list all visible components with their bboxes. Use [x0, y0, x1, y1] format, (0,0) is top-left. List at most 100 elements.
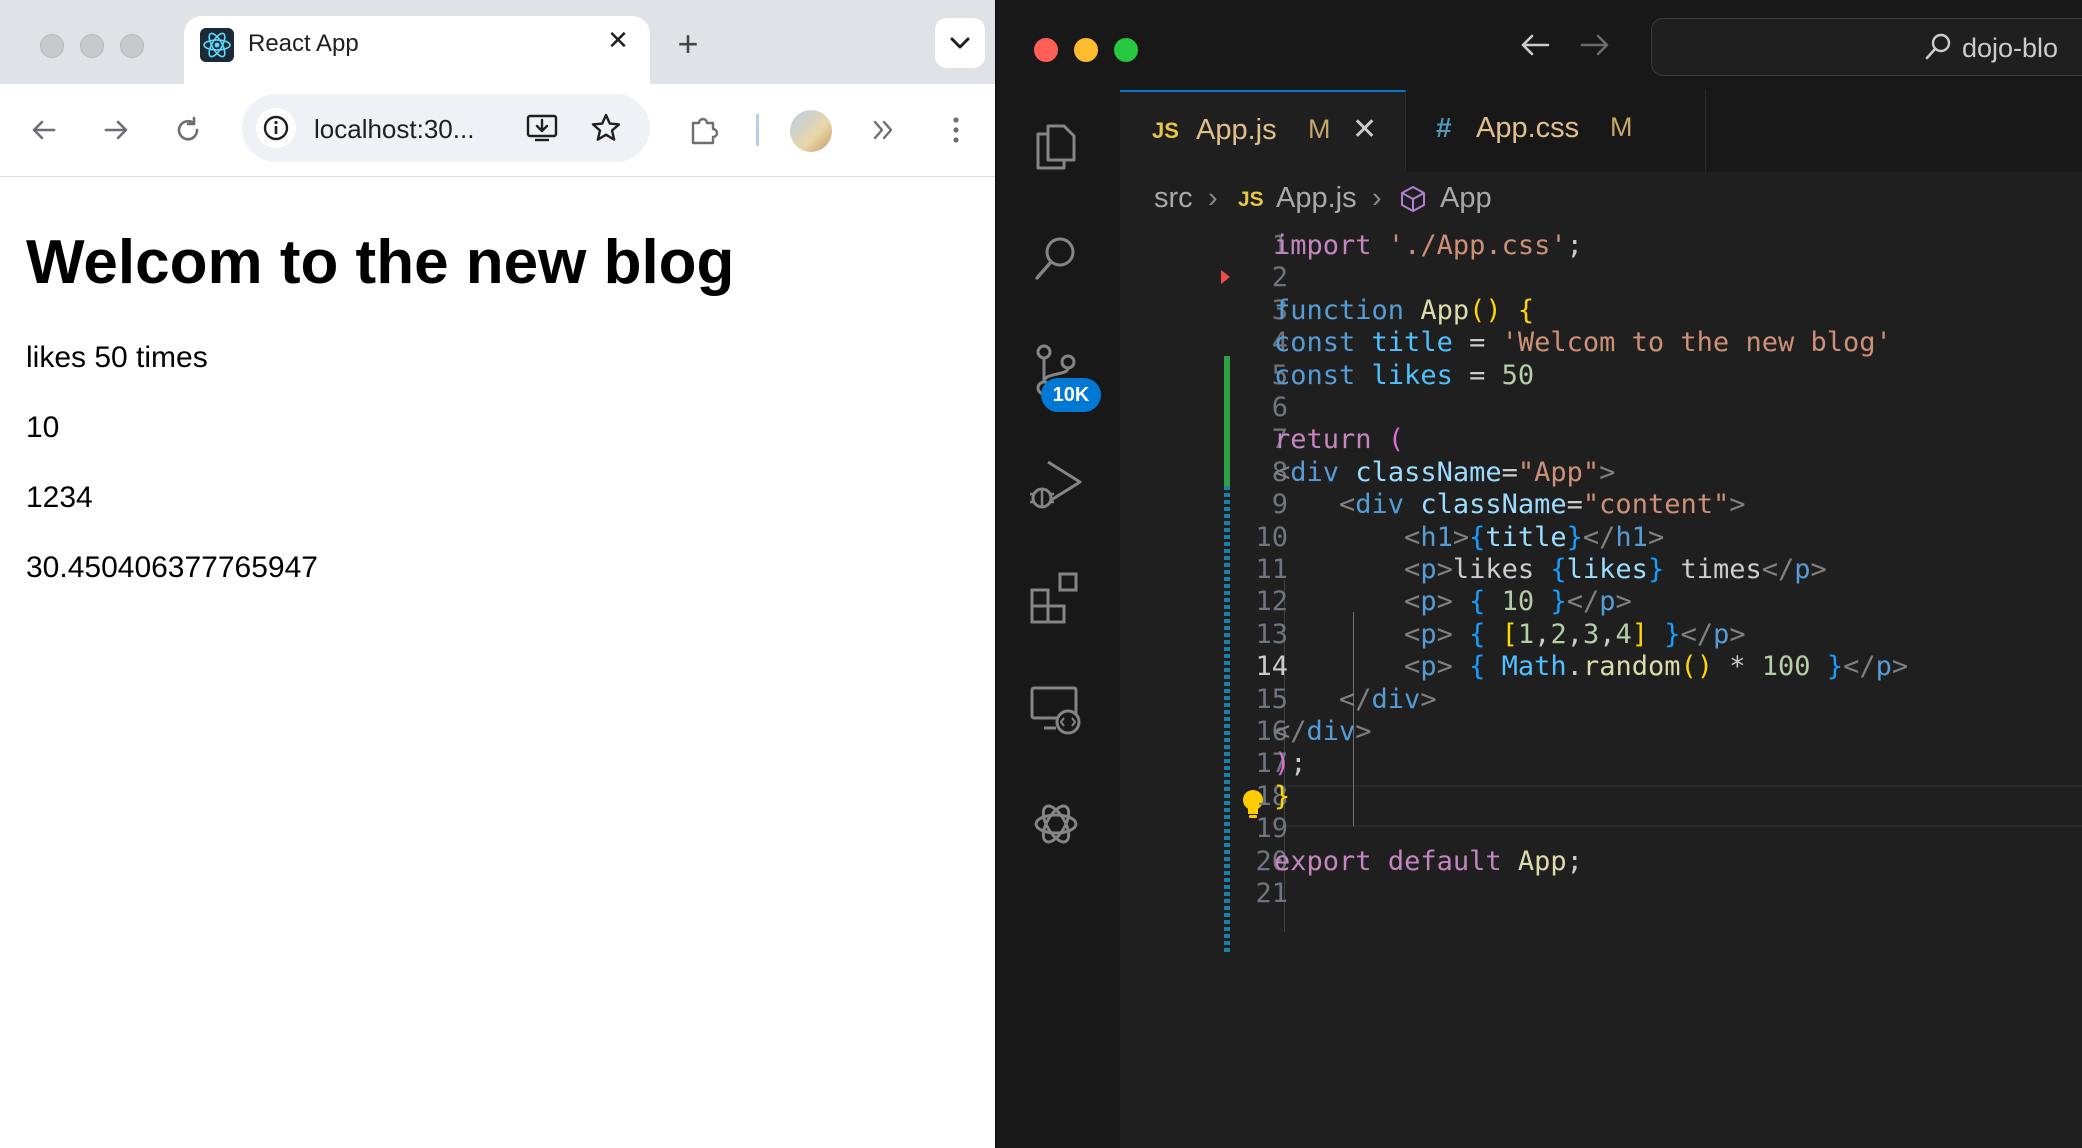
line-number: 10 — [1255, 522, 1288, 553]
workspace-name: dojo-blo — [1962, 33, 2059, 63]
code-line[interactable]: <p> { Math.random() * 100 }</p> — [1274, 651, 1908, 682]
random-paragraph: 30.450406377765947 — [26, 551, 318, 584]
breadcrumb: src › JS App.js › App — [1120, 172, 2082, 230]
profile-avatar[interactable] — [790, 110, 832, 152]
forward-arrow-icon[interactable] — [98, 112, 134, 148]
code-line[interactable]: </div> — [1274, 684, 1437, 715]
code-line[interactable]: <h1>{title}</h1> — [1274, 522, 1664, 553]
tab-app-js[interactable]: JS App.js M ✕ — [1120, 90, 1406, 172]
number-paragraph: 10 — [26, 411, 60, 444]
line-number: 1 — [1271, 230, 1288, 261]
command-center[interactable]: dojo-blo — [1651, 18, 2082, 76]
search-icon — [1925, 33, 1951, 60]
close-tab-icon[interactable]: ✕ — [1352, 112, 1377, 147]
vscode-window: dojo-blo 10K JS App.js M ✕ # App.css M s… — [995, 0, 2082, 1148]
line-number: 4 — [1271, 327, 1288, 358]
line-number: 2 — [1271, 262, 1288, 293]
explorer-files-icon[interactable] — [1022, 112, 1090, 180]
search-icon[interactable] — [1022, 224, 1090, 292]
code-line[interactable]: <p> { [1,2,3,4] }</p> — [1274, 619, 1746, 650]
forward-arrow-icon[interactable] — [1578, 28, 1612, 67]
array-paragraph: 1234 — [26, 481, 93, 514]
tab-app-css[interactable]: # App.css M — [1406, 90, 1706, 172]
code-line[interactable]: <div className="content"> — [1274, 489, 1745, 520]
kebab-menu-icon[interactable] — [938, 112, 974, 148]
close-window-dot[interactable] — [40, 34, 64, 58]
breadcrumb-file[interactable]: App.js — [1276, 182, 1357, 215]
blog-heading: Welcom to the new blog — [26, 228, 735, 297]
tab-label: App.css — [1476, 112, 1580, 144]
code-line[interactable]: </div> — [1274, 716, 1372, 747]
browser-window: React App ✕ + localhost:30... Welcom to … — [0, 0, 995, 1148]
close-tab-icon[interactable]: ✕ — [602, 24, 634, 56]
line-number: 3 — [1271, 295, 1288, 326]
zoom-window-dot[interactable] — [1114, 38, 1138, 62]
extensions-icon[interactable] — [1022, 564, 1090, 632]
symbol-component-icon — [1398, 184, 1428, 222]
code-line[interactable]: <p> { 10 }</p> — [1274, 586, 1632, 617]
code-line[interactable]: const likes = 50 — [1274, 360, 1534, 391]
activity-bar: 10K — [996, 90, 1121, 1148]
zoom-window-dot[interactable] — [120, 34, 144, 58]
close-window-dot[interactable] — [1034, 38, 1058, 62]
line-number: 19 — [1255, 813, 1288, 844]
line-number: 12 — [1255, 586, 1288, 617]
code-line[interactable]: <div className="App"> — [1274, 457, 1615, 488]
code-line[interactable]: <p>likes {likes} times</p> — [1274, 554, 1827, 585]
reload-icon[interactable] — [170, 112, 206, 148]
line-number: 21 — [1255, 878, 1288, 909]
vscode-title-bar: dojo-blo — [996, 0, 2082, 91]
line-number: 7 — [1271, 424, 1288, 455]
chevron-double-right-icon[interactable] — [866, 112, 902, 148]
likes-paragraph: likes 50 times — [26, 341, 208, 374]
line-number: 8 — [1271, 457, 1288, 488]
line-number: 15 — [1255, 684, 1288, 715]
code-editor[interactable]: 1 2 3 4 5 6 7 8 9 10 11 12 13 14 15 16 1… — [1120, 230, 2082, 1148]
scm-changes-badge: 10K — [1041, 378, 1101, 412]
line-number: 18 — [1255, 781, 1288, 812]
code-line[interactable]: return ( — [1274, 424, 1404, 455]
breadcrumb-symbol[interactable]: App — [1440, 182, 1492, 215]
line-number: 14 — [1255, 651, 1288, 682]
code-line[interactable]: const title = 'Welcom to the new blog' — [1274, 327, 1892, 358]
back-arrow-icon[interactable] — [1518, 28, 1552, 67]
code-line[interactable]: ); — [1274, 748, 1307, 779]
back-arrow-icon[interactable] — [26, 112, 62, 148]
browser-tab-react-app[interactable]: React App ✕ — [184, 16, 650, 84]
editor-tabs: JS App.js M ✕ # App.css M — [1120, 90, 2082, 173]
browser-toolbar: localhost:30... — [0, 84, 995, 177]
line-number: 5 — [1271, 360, 1288, 391]
site-info-icon[interactable] — [256, 108, 296, 148]
chevron-right-icon: › — [1372, 182, 1382, 214]
line-number: 13 — [1255, 619, 1288, 650]
code-line[interactable]: import './App.css'; — [1274, 230, 1583, 261]
modified-indicator: M — [1610, 112, 1633, 142]
line-number: 11 — [1255, 554, 1288, 585]
code-line[interactable]: export default App; — [1274, 846, 1583, 877]
code-line[interactable]: } — [1274, 781, 1290, 812]
install-app-icon[interactable] — [524, 110, 560, 146]
tab-label: App.js — [1196, 114, 1277, 146]
code-line[interactable]: function App() { — [1274, 295, 1534, 326]
extensions-puzzle-icon[interactable] — [686, 112, 722, 148]
run-debug-icon[interactable] — [1022, 450, 1090, 518]
breadcrumb-folder[interactable]: src — [1154, 182, 1193, 215]
modified-indicator: M — [1308, 114, 1331, 144]
address-text[interactable]: localhost:30... — [314, 114, 474, 145]
javascript-file-icon: JS — [1238, 188, 1264, 211]
line-number: 16 — [1255, 716, 1288, 747]
minimize-window-dot[interactable] — [1074, 38, 1098, 62]
line-number: 6 — [1271, 392, 1288, 423]
new-tab-plus-icon[interactable]: + — [670, 26, 706, 62]
chevron-right-icon: › — [1208, 182, 1218, 214]
minimize-window-dot[interactable] — [80, 34, 104, 58]
toolbar-divider — [756, 114, 759, 146]
address-bar[interactable]: localhost:30... — [242, 94, 650, 162]
bookmark-star-icon[interactable] — [588, 110, 624, 146]
line-number: 20 — [1255, 846, 1288, 877]
remote-explorer-icon[interactable] — [1022, 676, 1090, 744]
tab-search-button[interactable] — [935, 18, 985, 68]
openai-chatgpt-icon[interactable] — [1022, 790, 1090, 858]
chevron-down-icon — [950, 37, 970, 49]
line-number: 17 — [1255, 748, 1288, 779]
